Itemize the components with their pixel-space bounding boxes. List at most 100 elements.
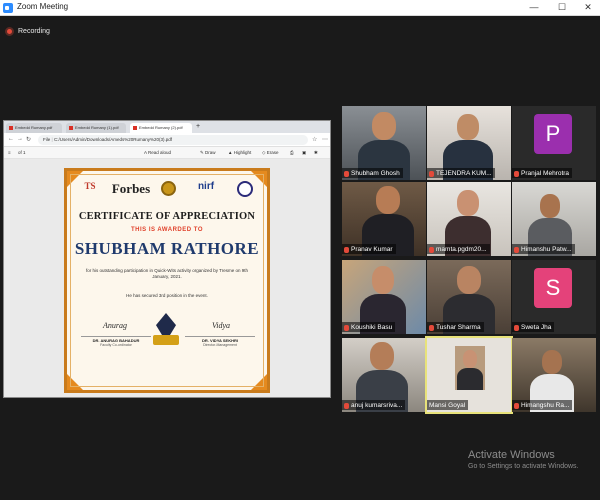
participant-nameplate: Sweta Jha bbox=[512, 322, 555, 332]
minimize-button[interactable]: — bbox=[524, 0, 544, 16]
participant-face bbox=[370, 342, 394, 370]
browser-tab-strip: Embedd Rumany.pdf Embedd Rumany (1).pdf … bbox=[4, 121, 330, 133]
back-icon[interactable]: ← bbox=[8, 136, 14, 142]
certificate-description: for his outstanding participation in Qui… bbox=[85, 268, 249, 279]
participant-body bbox=[457, 368, 483, 390]
zoom-logo-icon bbox=[3, 3, 13, 13]
ts-logo: TS bbox=[84, 181, 96, 191]
mic-muted-icon bbox=[344, 324, 349, 331]
participant-face bbox=[457, 190, 479, 216]
mic-muted-icon bbox=[429, 324, 434, 331]
participant-face bbox=[457, 114, 479, 140]
erase-button[interactable]: ◇ Erase bbox=[262, 150, 279, 156]
recording-indicator[interactable]: Recording bbox=[5, 24, 50, 38]
page-indicator: of 1 bbox=[18, 150, 26, 155]
participant-face bbox=[542, 350, 562, 374]
browser-tab-active[interactable]: Embedd Rumany (2).pdf bbox=[130, 123, 192, 133]
address-bar: ← → ↻ File | C:/Users/Admin/Downloads/Am… bbox=[4, 133, 330, 147]
highlight-button[interactable]: ▲ Highlight bbox=[228, 150, 251, 155]
activate-windows-title: Activate Windows bbox=[468, 449, 555, 461]
awarded-to-label: THIS IS AWARDED TO bbox=[130, 227, 203, 233]
close-button[interactable]: ✕ bbox=[578, 0, 598, 16]
mic-muted-icon bbox=[514, 246, 519, 253]
pdf-icon bbox=[9, 125, 13, 130]
favorites-star-icon[interactable]: ☆ bbox=[312, 136, 317, 143]
participant-tile[interactable]: Pranav Kumar bbox=[342, 182, 426, 256]
menu-dots-icon[interactable]: ⋯ bbox=[322, 136, 328, 143]
position-text: He has secured 3rd position in the event… bbox=[126, 293, 208, 298]
mic-muted-icon bbox=[514, 324, 519, 331]
participant-nameplate: Tushar Sharma bbox=[427, 322, 484, 332]
signature-right: Vidya bbox=[211, 321, 231, 330]
recipient-name: SHUBHAM RATHORE bbox=[74, 239, 260, 258]
browser-tab[interactable]: Embedd Rumany (1).pdf bbox=[66, 123, 126, 133]
mic-muted-icon bbox=[344, 402, 349, 409]
read-aloud-icon: A bbox=[144, 150, 147, 155]
highlight-icon: ▲ bbox=[228, 150, 233, 155]
seal-icon bbox=[161, 181, 176, 196]
mic-muted-icon bbox=[344, 170, 349, 177]
pdf-icon bbox=[133, 125, 137, 130]
participant-face bbox=[376, 186, 400, 214]
new-tab-button[interactable]: + bbox=[194, 123, 204, 133]
participant-face bbox=[540, 194, 560, 218]
pdf-toolbar: ≡ of 1 A Read aloud ✎ Draw ▲ Highlight ◇… bbox=[4, 147, 330, 159]
signature-left: Anurag bbox=[103, 321, 127, 330]
participant-nameplate: Koushiki Basu bbox=[342, 322, 396, 332]
participant-tile[interactable]: Himangshu Ra... bbox=[512, 338, 596, 412]
url-prefix: File bbox=[43, 137, 51, 142]
recording-label: Recording bbox=[18, 27, 50, 35]
forward-icon[interactable]: → bbox=[17, 136, 23, 142]
emblem-icon bbox=[237, 181, 253, 197]
eraser-icon: ◇ bbox=[262, 150, 266, 155]
window-title: Zoom Meeting bbox=[17, 2, 69, 11]
nirf-logo: nirf bbox=[197, 181, 215, 192]
draw-button[interactable]: ✎ Draw bbox=[200, 150, 216, 156]
signer-left: DR. ANURAG BAHADUR Faculty Co-ordinator bbox=[81, 336, 151, 347]
certificate-logos: TS Forbes nirf bbox=[79, 179, 255, 207]
certificate: TS Forbes nirf CERTIFICATE OF APPRECIATI… bbox=[64, 168, 270, 393]
participant-tile[interactable]: Tushar Sharma bbox=[427, 260, 511, 334]
participant-tile[interactable]: mamta.pgdm20... bbox=[427, 182, 511, 256]
participant-nameplate: anuj kumarsriva... bbox=[342, 400, 406, 410]
participant-tile[interactable]: Koushiki Basu bbox=[342, 260, 426, 334]
participant-tile[interactable]: S Sweta Jha bbox=[512, 260, 596, 334]
participant-tile[interactable]: P Pranjal Mehrotra bbox=[512, 106, 596, 180]
participant-nameplate: Shubham Ghosh bbox=[342, 168, 403, 178]
participant-face bbox=[463, 350, 477, 368]
participant-nameplate: Himanshu Patw... bbox=[512, 244, 575, 254]
mic-muted-icon bbox=[514, 402, 519, 409]
participant-tile[interactable]: anuj kumarsriva... bbox=[342, 338, 426, 412]
participant-nameplate: Pranav Kumar bbox=[342, 244, 396, 254]
save-icon[interactable]: ▣ bbox=[302, 150, 306, 156]
mic-muted-icon bbox=[514, 170, 519, 177]
participant-tile-active-speaker[interactable]: Mansi Goyal bbox=[425, 336, 513, 414]
signer-right: DR. VIDYA SEKHRI Director-Management bbox=[185, 336, 255, 347]
participant-avatar: S bbox=[534, 268, 572, 308]
participant-avatar: P bbox=[534, 114, 572, 154]
print-icon[interactable]: ⎙ bbox=[290, 150, 294, 155]
read-aloud-button[interactable]: A Read aloud bbox=[144, 150, 171, 155]
activate-windows-subtitle: Go to Settings to activate Windows. bbox=[468, 463, 579, 470]
pdf-icon bbox=[69, 125, 73, 130]
participant-nameplate: Pranjal Mehrotra bbox=[512, 168, 573, 178]
pdf-menu-icon[interactable]: ≡ bbox=[8, 150, 11, 155]
participant-nameplate: Himangshu Ra... bbox=[512, 400, 573, 410]
mic-muted-icon bbox=[429, 170, 434, 177]
participant-face bbox=[372, 266, 394, 294]
pin-icon[interactable]: ✱ bbox=[314, 150, 318, 156]
forbes-logo: Forbes bbox=[111, 181, 151, 196]
draw-icon: ✎ bbox=[200, 150, 204, 155]
reload-icon[interactable]: ↻ bbox=[26, 136, 31, 143]
participant-tile[interactable]: Shubham Ghosh bbox=[342, 106, 426, 180]
participant-nameplate: Mansi Goyal bbox=[427, 400, 469, 410]
url-field[interactable]: File | C:/Users/Admin/Downloads/Ameds%20… bbox=[38, 135, 308, 145]
maximize-button[interactable]: ☐ bbox=[552, 0, 572, 16]
record-icon bbox=[5, 26, 14, 36]
browser-tab[interactable]: Embedd Rumany.pdf bbox=[6, 123, 62, 133]
participant-tile[interactable]: TEJENDRA KUM... bbox=[427, 106, 511, 180]
participant-tile[interactable]: Himanshu Patw... bbox=[512, 182, 596, 256]
mic-muted-icon bbox=[344, 246, 349, 253]
participant-face bbox=[457, 266, 481, 294]
participant-nameplate: mamta.pgdm20... bbox=[427, 244, 490, 254]
